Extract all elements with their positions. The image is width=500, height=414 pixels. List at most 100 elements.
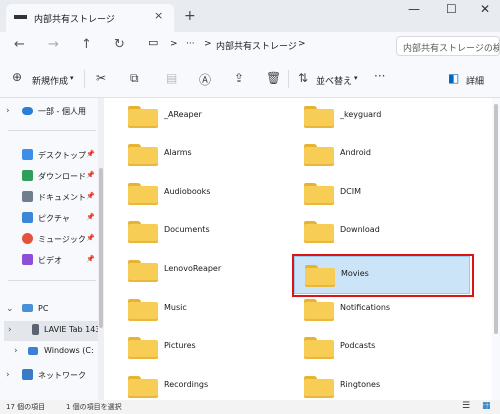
folder-name: Ringtones bbox=[340, 380, 381, 389]
video-icon bbox=[22, 254, 33, 265]
sidebar-item-label: LAVIE Tab 143FHD bbox=[44, 325, 98, 334]
folder-name: Download bbox=[340, 225, 380, 234]
sidebar-item-desktop[interactable]: デスクトップ 📌 bbox=[0, 146, 98, 166]
delete-icon[interactable]: 🗑 bbox=[266, 71, 281, 85]
sidebar-item-label: ネットワーク bbox=[38, 371, 86, 380]
sort-icon[interactable]: ⇅ bbox=[298, 71, 308, 85]
folder-item[interactable]: Alarms bbox=[108, 136, 284, 172]
minimize-button[interactable]: — bbox=[408, 2, 420, 16]
sidebar-item-label: ビデオ bbox=[38, 256, 62, 265]
plus-circle-icon[interactable]: ⊕ bbox=[12, 70, 22, 84]
monitor-icon[interactable]: ▭ bbox=[148, 36, 158, 49]
folder-icon bbox=[128, 144, 158, 166]
folder-item[interactable]: DCIM bbox=[284, 175, 460, 211]
sidebar-item-documents[interactable]: ドキュメント 📌 bbox=[0, 188, 98, 208]
sort-button[interactable]: 並べ替え bbox=[316, 74, 352, 87]
item-count: 17 個の項目 bbox=[6, 403, 46, 411]
content-scrollbar[interactable] bbox=[492, 98, 500, 400]
folder-name: Music bbox=[164, 303, 187, 312]
cloud-icon bbox=[22, 107, 33, 115]
breadcrumb-separator[interactable]: > bbox=[170, 39, 178, 49]
document-icon bbox=[22, 191, 33, 202]
pin-icon: 📌 bbox=[86, 150, 95, 158]
details-view-icon[interactable]: ☰ bbox=[462, 401, 470, 411]
sidebar-item-pictures[interactable]: ピクチャ 📌 bbox=[0, 209, 98, 229]
folder-item[interactable]: Download bbox=[284, 213, 460, 249]
sidebar-divider bbox=[8, 280, 96, 281]
folder-item[interactable]: Ringtones bbox=[284, 368, 460, 404]
chevron-down-icon[interactable]: ⌄ bbox=[6, 304, 14, 314]
command-bar: ⊕ 新規作成 ▾ ✂ ⧉ ▤ Ⓐ ⇪ 🗑 ⇅ 並べ替え ▾ ··· ◧ 詳細 bbox=[0, 60, 500, 98]
share-icon[interactable]: ⇪ bbox=[234, 71, 244, 85]
folder-item[interactable]: Audiobooks bbox=[108, 175, 284, 211]
rename-icon[interactable]: Ⓐ bbox=[199, 71, 211, 88]
folder-item[interactable]: Recordings bbox=[108, 368, 284, 404]
new-button[interactable]: 新規作成 bbox=[32, 74, 68, 87]
details-pane-icon[interactable]: ◧ bbox=[448, 71, 459, 85]
close-window-button[interactable]: ✕ bbox=[480, 2, 490, 16]
breadcrumb-internal-storage[interactable]: 内部共有ストレージ bbox=[216, 39, 297, 52]
cut-icon[interactable]: ✂ bbox=[96, 71, 106, 85]
selection-count: 1 個の項目を選択 bbox=[66, 403, 122, 411]
chevron-right-icon[interactable]: › bbox=[6, 370, 10, 380]
up-button[interactable]: ↑ bbox=[81, 37, 92, 52]
chevron-right-icon[interactable]: › bbox=[6, 106, 10, 116]
sidebar-item-label: ドキュメント bbox=[38, 193, 86, 202]
maximize-button[interactable]: ☐ bbox=[446, 2, 457, 16]
sidebar-item-device[interactable]: › LAVIE Tab 143FHD bbox=[4, 321, 98, 341]
copy-icon[interactable]: ⧉ bbox=[130, 71, 139, 86]
chevron-right-icon[interactable]: › bbox=[14, 346, 18, 356]
scrollbar-thumb[interactable] bbox=[494, 104, 498, 334]
folder-icon bbox=[128, 106, 158, 128]
forward-button[interactable]: → bbox=[48, 37, 59, 52]
search-input[interactable]: 内部共有ストレージの検索 bbox=[396, 36, 500, 56]
tab-internal-storage[interactable]: 内部共有ストレージ × bbox=[6, 4, 174, 32]
folder-item[interactable]: _AReaper bbox=[108, 98, 284, 134]
folder-item[interactable]: _keyguard bbox=[284, 98, 460, 134]
folder-name: Audiobooks bbox=[164, 187, 211, 196]
back-button[interactable]: ← bbox=[14, 37, 25, 52]
details-button[interactable]: 詳細 bbox=[466, 74, 484, 87]
folder-item[interactable]: LenovoReaper bbox=[108, 252, 284, 288]
breadcrumb-ellipsis[interactable]: ··· bbox=[186, 39, 195, 49]
sidebar-item-onedrive[interactable]: › 一部 - 個人用 bbox=[0, 102, 98, 122]
breadcrumb-separator[interactable]: > bbox=[204, 39, 212, 49]
sidebar-item-label: 一部 - 個人用 bbox=[38, 107, 86, 116]
folder-item[interactable]: Music bbox=[108, 291, 284, 327]
sidebar-item-downloads[interactable]: ダウンロード 📌 bbox=[0, 167, 98, 187]
folder-icon bbox=[304, 299, 334, 321]
folder-icon bbox=[128, 221, 158, 243]
folder-icon bbox=[304, 144, 334, 166]
refresh-button[interactable]: ↻ bbox=[114, 37, 125, 52]
folder-item[interactable]: Documents bbox=[108, 213, 284, 249]
sidebar-item-network[interactable]: › ネットワーク bbox=[0, 366, 98, 386]
sidebar-item-videos[interactable]: ビデオ 📌 bbox=[0, 251, 98, 271]
tab-title: 内部共有ストレージ bbox=[34, 15, 115, 25]
chevron-right-icon[interactable]: › bbox=[8, 325, 12, 335]
pin-icon: 📌 bbox=[86, 192, 95, 200]
sidebar-item-windows-drive[interactable]: › Windows (C:) bbox=[0, 342, 98, 362]
chevron-down-icon[interactable]: ▾ bbox=[70, 74, 74, 82]
paste-icon[interactable]: ▤ bbox=[166, 71, 177, 85]
folder-item[interactable]: Pictures bbox=[108, 329, 284, 365]
folder-item[interactable]: Podcasts bbox=[284, 329, 460, 365]
scrollbar-thumb[interactable] bbox=[99, 168, 103, 328]
folder-item[interactable]: Android bbox=[284, 136, 460, 172]
desktop-icon bbox=[22, 149, 33, 160]
breadcrumb-separator[interactable]: > bbox=[298, 39, 306, 49]
sidebar-item-label: ミュージック bbox=[38, 235, 86, 244]
status-bar: 17 個の項目 1 個の項目を選択 ☰ ▦ bbox=[0, 400, 500, 414]
folder-icon bbox=[304, 183, 334, 205]
tab-close-icon[interactable]: × bbox=[154, 9, 163, 22]
folder-icon bbox=[128, 299, 158, 321]
new-tab-button[interactable]: + bbox=[184, 8, 196, 24]
tiles-view-icon[interactable]: ▦ bbox=[482, 401, 491, 411]
file-list: _AReaper Alarms Audiobooks Documents Len… bbox=[104, 98, 492, 400]
folder-name: Podcasts bbox=[340, 341, 376, 350]
sidebar-item-pc[interactable]: ⌄ PC bbox=[0, 300, 98, 320]
folder-icon bbox=[128, 183, 158, 205]
more-options-icon[interactable]: ··· bbox=[374, 69, 385, 83]
sidebar-divider bbox=[8, 130, 96, 131]
chevron-down-icon[interactable]: ▾ bbox=[354, 74, 358, 82]
sidebar-item-music[interactable]: ミュージック 📌 bbox=[0, 230, 98, 250]
